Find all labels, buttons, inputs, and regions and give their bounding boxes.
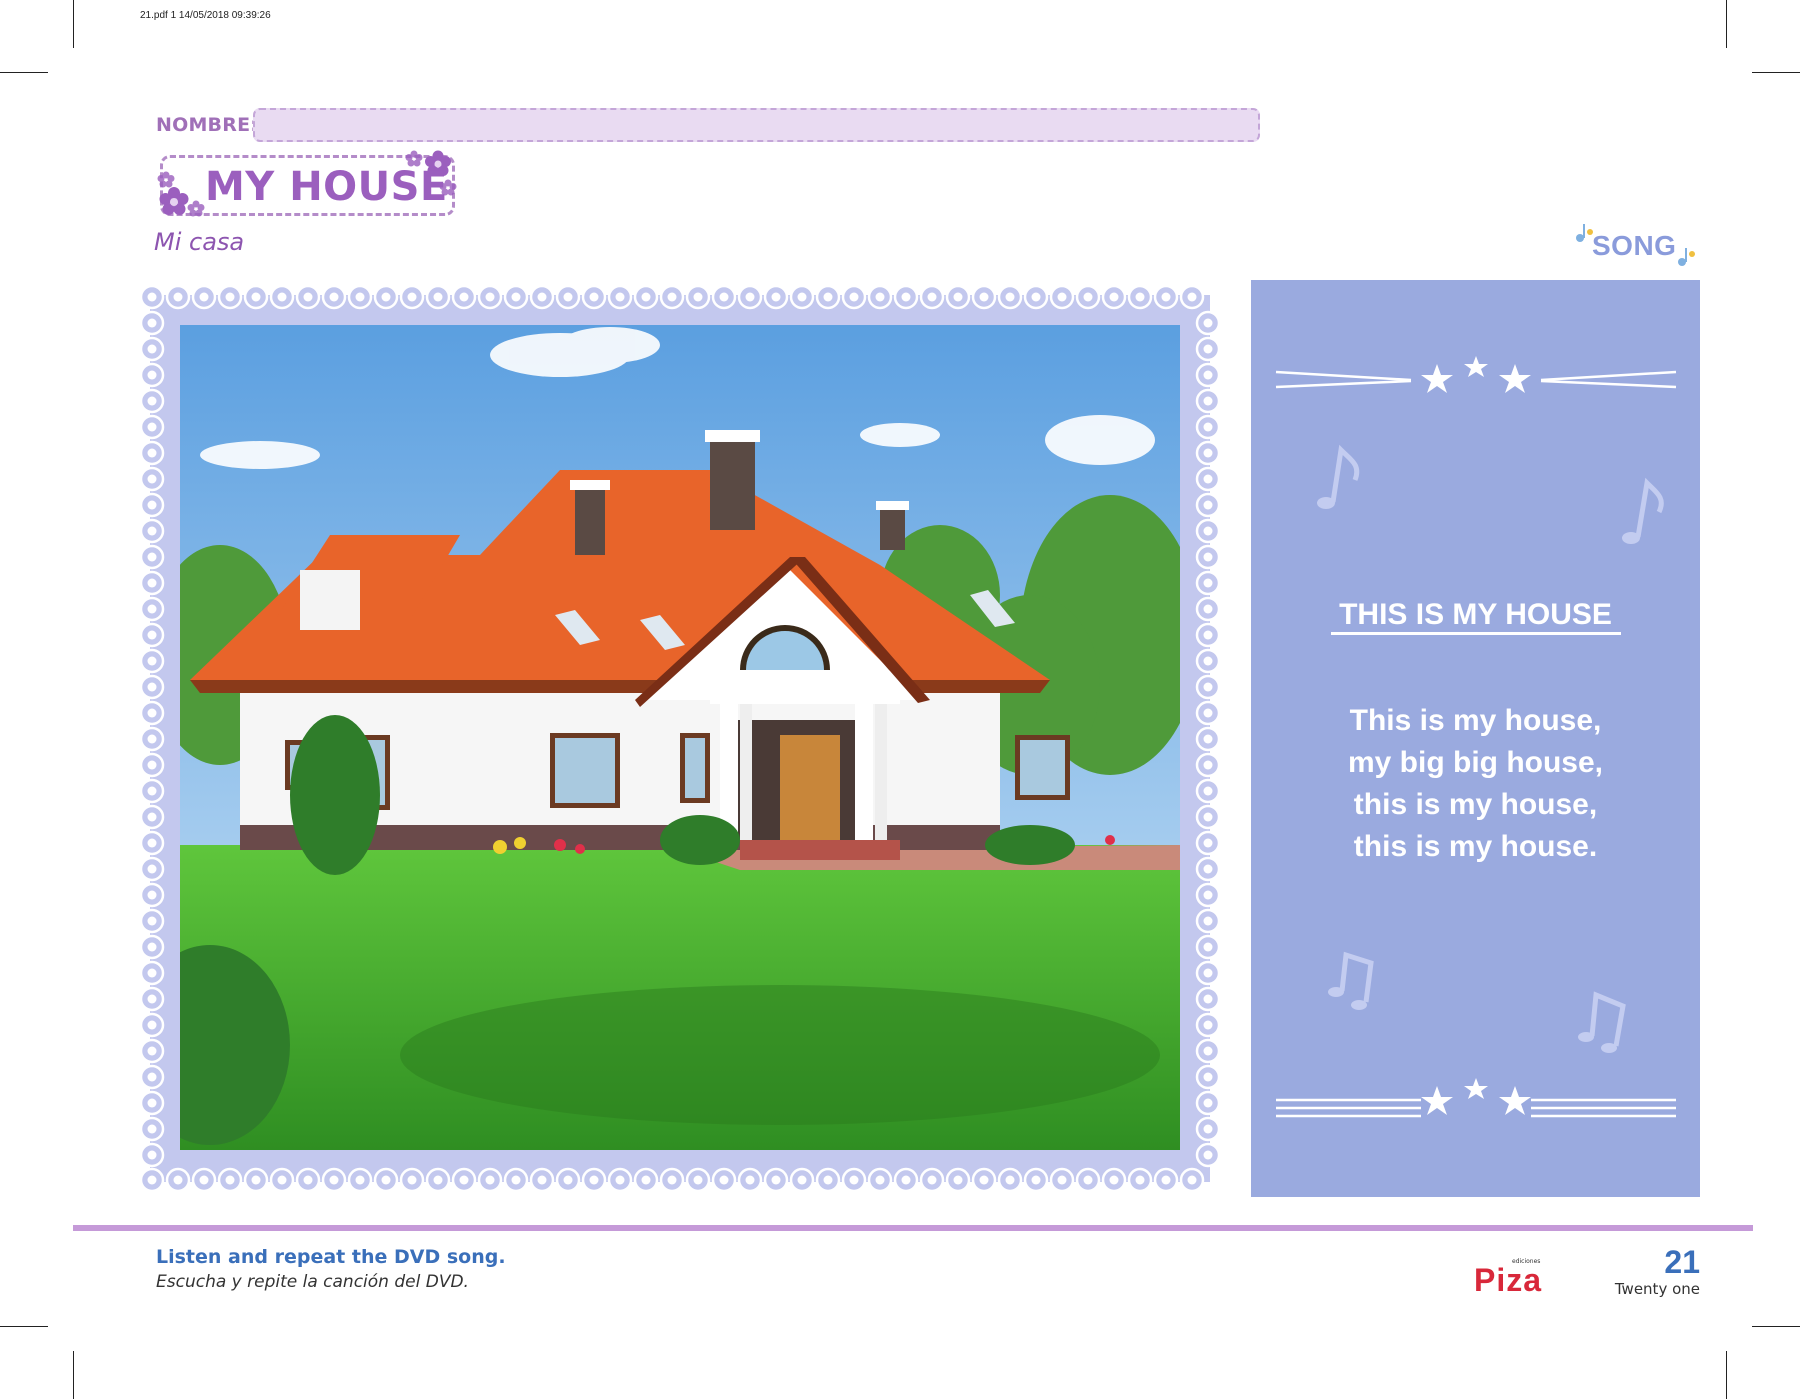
lyric-line: my big big house, (1347, 746, 1603, 779)
page-number: 21 (1664, 1244, 1700, 1280)
page-title: MY HOUSE (205, 164, 448, 210)
lyric-line: This is my house, (1349, 704, 1602, 737)
instruction-es: Escucha y repite la canción del DVD. (156, 1272, 469, 1292)
publisher-logo: ediciones Piza (1474, 1258, 1554, 1298)
house-photo (180, 325, 1180, 1150)
crop-mark (73, 0, 74, 48)
lyric-line: this is my house, (1353, 788, 1598, 821)
crop-mark (1752, 72, 1800, 73)
page-subtitle: Mi casa (154, 228, 245, 256)
crop-mark (0, 72, 48, 73)
crop-mark (0, 1326, 48, 1327)
song-title: THIS IS MY HOUSE (1339, 598, 1612, 631)
crop-mark (73, 1351, 74, 1399)
print-info: 21.pdf 1 14/05/2018 09:39:26 (140, 10, 271, 21)
publisher-logo-text: Piza (1474, 1262, 1543, 1298)
crop-mark (1726, 0, 1727, 48)
crop-mark (1726, 1351, 1727, 1399)
song-badge: SONG (1570, 222, 1700, 272)
lyric-line: this is my house. (1353, 830, 1598, 863)
page-number-words: Twenty one (1614, 1280, 1700, 1298)
name-field[interactable] (253, 108, 1260, 142)
song-lyrics: This is my house, my big big house, this… (1251, 700, 1700, 868)
crop-mark (1752, 1326, 1800, 1327)
song-title-underline (1331, 632, 1621, 635)
song-badge-label: SONG (1592, 230, 1677, 261)
name-label: NOMBRE: (156, 114, 259, 136)
instruction-en: Listen and repeat the DVD song. (156, 1246, 506, 1268)
song-panel: THIS IS MY HOUSE This is my house, my bi… (1251, 280, 1700, 1197)
footer-divider (73, 1225, 1753, 1231)
